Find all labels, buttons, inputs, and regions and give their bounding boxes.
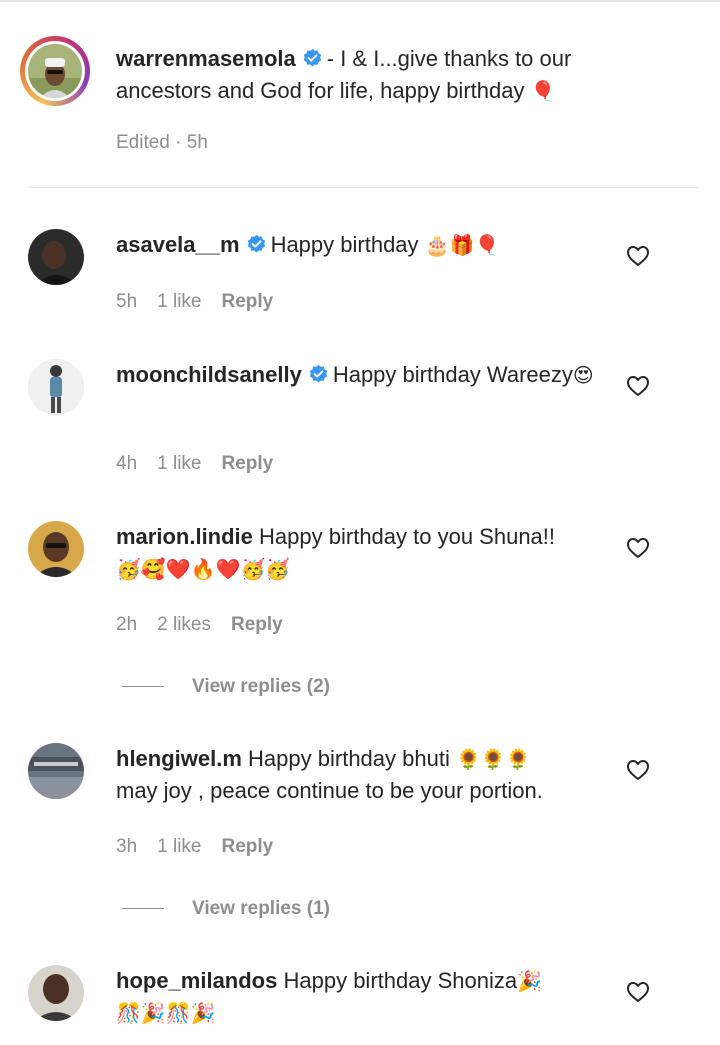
comment-body: marion.lindie Happy birthday to you Shun… — [116, 521, 606, 585]
comment-text: Happy birthday Shoniza — [283, 968, 518, 993]
avatar-hlengiwel-icon — [28, 743, 84, 799]
party-popper-emoji-icon: 🎉 — [517, 969, 542, 993]
divider — [28, 187, 698, 188]
timestamp: 5h — [116, 291, 138, 312]
username[interactable]: warrenmasemola — [116, 46, 296, 71]
verified-badge-icon — [247, 234, 265, 253]
timestamp: 3h — [116, 836, 138, 857]
username[interactable]: marion.lindie — [116, 524, 253, 549]
avatar-marion-lindie-icon — [28, 521, 84, 577]
username[interactable]: asavela__m — [116, 232, 240, 257]
comment-text: Happy birthday bhuti — [248, 746, 450, 771]
comment-text: Happy birthday to you Shuna!! — [259, 524, 556, 549]
avatar[interactable] — [28, 743, 84, 799]
reply-button[interactable]: Reply — [222, 836, 274, 857]
comment-meta: 4h 1 like Reply — [116, 453, 293, 475]
top-border — [0, 0, 720, 2]
reply-button[interactable]: Reply — [231, 614, 283, 635]
comment-text: Happy birthday — [270, 232, 419, 257]
avatar-moonchildsanelly-icon — [28, 359, 84, 415]
view-replies-button[interactable]: View replies (1) — [122, 898, 330, 920]
heart-icon[interactable] — [626, 537, 650, 559]
comment-text: Happy birthday Wareezy — [332, 362, 573, 387]
balloon-icon: 🎈 — [530, 79, 556, 103]
username[interactable]: hlengiwel.m — [116, 746, 242, 771]
view-replies-button[interactable]: View replies (2) — [122, 676, 330, 698]
heart-icon[interactable] — [626, 981, 650, 1003]
sunflower-emoji-icon: 🌻🌻🌻 — [455, 747, 531, 771]
replies-line — [122, 686, 164, 688]
timestamp: 4h — [116, 453, 138, 474]
heart-eyes-emoji-icon: 😍 — [572, 363, 594, 387]
reply-button[interactable]: Reply — [222, 291, 274, 312]
avatar[interactable] — [28, 521, 84, 577]
comment-meta: 2h 2 likes Reply — [116, 614, 303, 636]
party-hearts-fire-emoji-icon: 🥳🥰❤️🔥❤️🥳🥳 — [116, 557, 291, 581]
heart-icon[interactable] — [626, 245, 650, 267]
avatar-asavela-icon — [28, 229, 84, 285]
like-count[interactable]: 1 like — [157, 291, 201, 312]
comment-body: asavela__m Happy birthday 🎂🎁🎈 — [116, 229, 606, 261]
comment-body: moonchildsanelly Happy birthday Wareezy😍 — [116, 359, 606, 391]
emoji-cake-gift-balloon-icon: 🎂🎁🎈 — [424, 233, 500, 257]
heart-icon[interactable] — [626, 759, 650, 781]
view-replies-label: View replies (1) — [192, 898, 330, 919]
avatar-warrenmasemola-icon — [28, 44, 82, 98]
like-count[interactable]: 1 like — [157, 836, 201, 857]
comment-body: hlengiwel.m Happy birthday bhuti 🌻🌻🌻 may … — [116, 743, 606, 807]
view-replies-label: View replies (2) — [192, 676, 330, 697]
like-count[interactable]: 2 likes — [157, 614, 211, 635]
caption-body: warrenmasemola - I & I...give thanks to o… — [116, 43, 606, 107]
confetti-emoji-icon: 🎊🎉🎊🎉 — [116, 1001, 216, 1025]
comment-meta: 3h 1 like Reply — [116, 836, 293, 858]
avatar[interactable] — [28, 229, 84, 285]
replies-line — [122, 908, 164, 910]
username[interactable]: moonchildsanelly — [116, 362, 302, 387]
username[interactable]: hope_milandos — [116, 968, 277, 993]
like-count[interactable]: 1 like — [157, 453, 201, 474]
verified-badge-icon — [303, 48, 322, 67]
comment-body: hope_milandos Happy birthday Shoniza🎉 🎊🎉🎊… — [116, 965, 606, 1029]
avatar[interactable] — [28, 359, 84, 415]
timestamp: 2h — [116, 614, 138, 635]
caption-meta: Edited · 5h — [116, 132, 208, 153]
verified-badge-icon — [309, 364, 328, 383]
reply-button[interactable]: Reply — [222, 453, 274, 474]
comment-meta: 5h 1 like Reply — [116, 291, 293, 313]
heart-icon[interactable] — [626, 375, 650, 397]
avatar[interactable] — [20, 36, 90, 106]
avatar-hope-milandos-icon — [28, 965, 84, 1021]
comment-text-line2: may joy , peace continue to be your port… — [116, 778, 543, 803]
avatar[interactable] — [28, 965, 84, 1021]
